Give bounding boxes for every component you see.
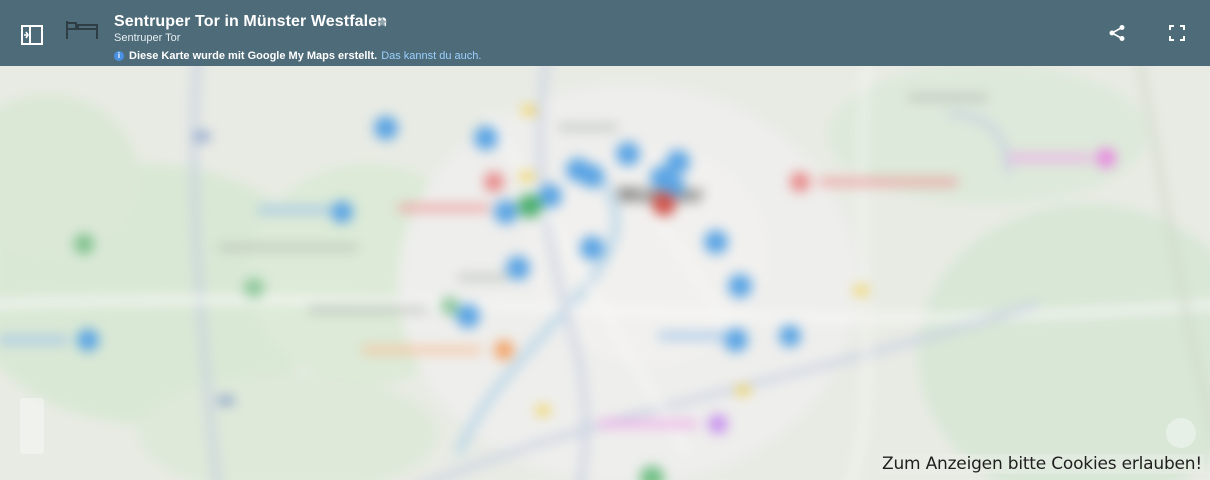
notice-text: Diese Karte wurde mit Google My Maps ers… xyxy=(129,50,378,62)
share-icon xyxy=(1109,25,1125,41)
map-area[interactable]: Münster xyxy=(0,66,1210,480)
my-maps-notice: i Diese Karte wurde mit Google My Maps e… xyxy=(114,50,481,62)
map-subtitle: Sentruper Tor xyxy=(114,32,181,44)
bed-icon xyxy=(66,21,98,39)
map-logo xyxy=(62,12,102,46)
my-location-button[interactable] xyxy=(1166,418,1196,448)
star-icon[interactable]: ★ xyxy=(376,14,389,31)
zoom-control[interactable] xyxy=(20,398,44,454)
map-canvas: Münster xyxy=(0,66,1210,480)
fullscreen-button[interactable] xyxy=(1164,20,1190,46)
blurred-map: Münster xyxy=(0,66,1210,480)
map-title: Sentruper Tor in Münster Westfalen xyxy=(114,13,388,30)
side-panel-toggle-button[interactable] xyxy=(14,18,50,52)
side-panel-icon xyxy=(21,25,43,45)
map-header: Sentruper Tor in Münster Westfalen ★ Sen… xyxy=(0,0,1210,66)
notice-link[interactable]: Das kannst du auch. xyxy=(381,50,481,62)
info-icon: i xyxy=(114,51,124,61)
cookie-consent-message: Zum Anzeigen bitte Cookies erlauben! xyxy=(880,454,1204,474)
fullscreen-icon xyxy=(1169,25,1185,41)
share-button[interactable] xyxy=(1104,20,1130,46)
